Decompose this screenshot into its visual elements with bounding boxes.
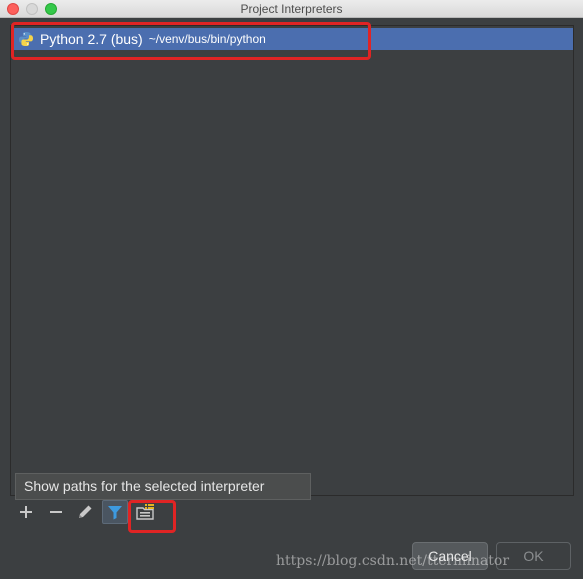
remove-interpreter-button[interactable]: [43, 500, 69, 524]
minus-icon: [50, 511, 62, 513]
cancel-button[interactable]: Cancel: [412, 542, 488, 570]
edit-interpreter-button[interactable]: [72, 500, 98, 524]
list-toolbar: [10, 500, 574, 524]
filter-icon: [108, 506, 122, 520]
interpreter-row[interactable]: Python 2.7 (bus) ~/venv/bus/bin/python: [11, 28, 573, 50]
show-paths-icon: [136, 504, 154, 520]
interpreter-name: Python 2.7 (bus): [40, 31, 143, 47]
tooltip: Show paths for the selected interpreter: [15, 473, 311, 500]
title-bar: Project Interpreters: [0, 0, 583, 18]
show-paths-button[interactable]: [133, 500, 159, 524]
window-title: Project Interpreters: [240, 2, 343, 16]
interpreter-path: ~/venv/bus/bin/python: [148, 32, 266, 46]
ok-button[interactable]: OK: [496, 542, 571, 570]
interpreter-list[interactable]: Python 2.7 (bus) ~/venv/bus/bin/python: [10, 25, 574, 496]
pencil-icon: [79, 505, 92, 518]
add-interpreter-button[interactable]: [13, 500, 39, 524]
filter-button[interactable]: [102, 500, 128, 524]
plus-icon: [20, 506, 32, 518]
python-icon: [19, 32, 33, 46]
